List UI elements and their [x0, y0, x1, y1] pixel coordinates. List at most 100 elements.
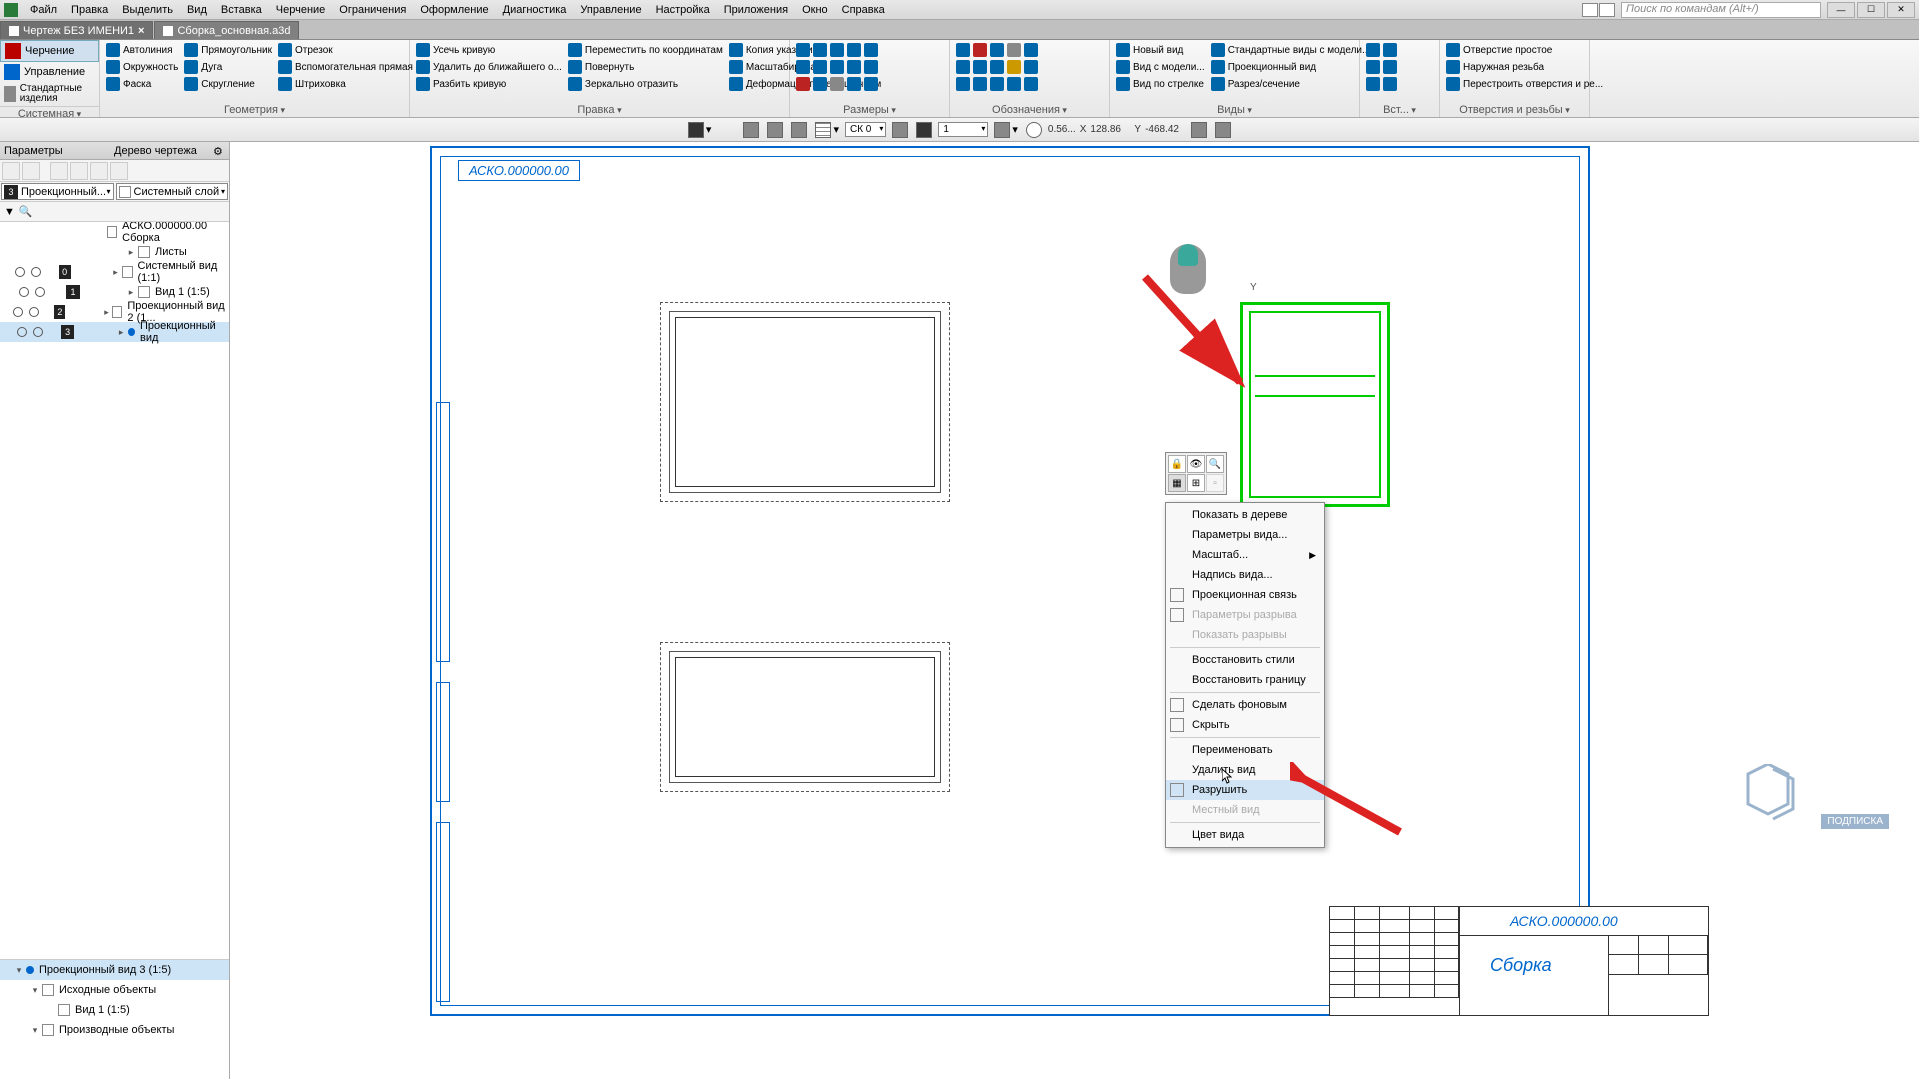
ctx-item[interactable]: Параметры вида...: [1166, 525, 1324, 545]
tree-item[interactable]: ▸Листы: [0, 242, 229, 262]
misc-icon[interactable]: ▫: [1206, 474, 1224, 492]
ribbon-tool[interactable]: Вспомогательная прямая: [276, 59, 415, 75]
annot-tool[interactable]: [954, 59, 1040, 75]
tree-btn[interactable]: [50, 162, 68, 180]
ribbon-tool[interactable]: Вид по стрелке: [1114, 76, 1207, 92]
ctx-item[interactable]: Скрыть: [1166, 715, 1324, 735]
params-panel-header[interactable]: Параметры: [0, 142, 110, 160]
zoom-tool[interactable]: ▾: [992, 120, 1020, 140]
pb-tool[interactable]: [1189, 120, 1209, 140]
dim-tool[interactable]: [794, 76, 880, 92]
projection-view-2[interactable]: [660, 642, 950, 792]
ribbon-tool[interactable]: Усечь кривую: [414, 42, 564, 58]
tree-detail-item[interactable]: ▾Проекционный вид 3 (1:5): [0, 960, 229, 980]
tree-btn[interactable]: [110, 162, 128, 180]
dim-tool[interactable]: [794, 59, 880, 75]
tree-btn[interactable]: [2, 162, 20, 180]
ctx-item[interactable]: Удалить вид: [1166, 760, 1324, 780]
pb-tool[interactable]: [914, 120, 934, 140]
annot-tool[interactable]: [954, 42, 1040, 58]
menu-Оформление[interactable]: Оформление: [414, 2, 494, 18]
projection-view-1[interactable]: [660, 302, 950, 502]
ribbon-tool[interactable]: Зеркально отразить: [566, 76, 725, 92]
break-icon[interactable]: ⊞: [1187, 474, 1205, 492]
close-button[interactable]: ✕: [1887, 2, 1915, 18]
pb-tool[interactable]: [765, 120, 785, 140]
ctx-item[interactable]: Разрушить: [1166, 780, 1324, 800]
tab-close-icon[interactable]: ×: [138, 25, 144, 37]
annot-tool[interactable]: [954, 76, 1040, 92]
command-search[interactable]: Поиск по командам (Alt+/): [1621, 2, 1821, 18]
ribbon-tool[interactable]: Новый вид: [1114, 42, 1207, 58]
tree-btn[interactable]: [70, 162, 88, 180]
menu-Управление[interactable]: Управление: [574, 2, 647, 18]
ribbon-tool[interactable]: Дуга: [182, 59, 274, 75]
tree-item[interactable]: 3▸Проекционный вид: [0, 322, 229, 342]
menu-Диагностика[interactable]: Диагностика: [497, 2, 573, 18]
ribbon-tool[interactable]: Вид с модели...: [1114, 59, 1207, 75]
ribbon-tool[interactable]: Переместить по координатам: [566, 42, 725, 58]
doc-tab[interactable]: Сборка_основная.a3d: [154, 21, 299, 39]
ctx-item[interactable]: Надпись вида...: [1166, 565, 1324, 585]
mode-drawing[interactable]: Черчение: [0, 40, 99, 62]
tree-detail-item[interactable]: ▾Исходные объекты: [0, 980, 229, 1000]
doc-tab[interactable]: Чертеж БЕЗ ИМЕНИ1×: [0, 21, 153, 39]
ctx-item[interactable]: Сделать фоновым: [1166, 695, 1324, 715]
ctx-item[interactable]: Масштаб...▶: [1166, 545, 1324, 565]
menu-Черчение[interactable]: Черчение: [270, 2, 332, 18]
layout-switcher[interactable]: [1582, 3, 1615, 17]
ribbon-tool[interactable]: Штриховка: [276, 76, 415, 92]
ins-tool[interactable]: [1364, 42, 1399, 58]
ctx-item[interactable]: Проекционная связь: [1166, 585, 1324, 605]
ribbon-tool[interactable]: Отверстие простое: [1444, 42, 1605, 58]
ribbon-tool[interactable]: Разрез/сечение: [1209, 76, 1373, 92]
pb-grid[interactable]: ▾: [813, 120, 841, 140]
ctx-item[interactable]: Показать в дереве: [1166, 505, 1324, 525]
menu-Вид[interactable]: Вид: [181, 2, 213, 18]
ribbon-tool[interactable]: Отрезок: [276, 42, 415, 58]
menu-Приложения[interactable]: Приложения: [718, 2, 794, 18]
zoom-tool[interactable]: [1024, 120, 1044, 140]
ribbon-tool[interactable]: Перестроить отверстия и ре...: [1444, 76, 1605, 92]
zoom-icon[interactable]: 🔍: [1206, 455, 1224, 473]
scale-select[interactable]: 1: [938, 122, 988, 137]
gear-icon[interactable]: ⚙: [213, 145, 225, 157]
mode-std-parts[interactable]: Стандартные изделия: [0, 82, 99, 106]
tree-item[interactable]: 2▸Проекционный вид 2 (1...: [0, 302, 229, 322]
pb-tool[interactable]: [741, 120, 761, 140]
ribbon-tool[interactable]: Фаска: [104, 76, 180, 92]
tree-item[interactable]: 1▸Вид 1 (1:5): [0, 282, 229, 302]
view-combo[interactable]: 3Проекционный...: [1, 183, 114, 200]
ctx-item[interactable]: Восстановить стили: [1166, 650, 1324, 670]
tree-btn[interactable]: [90, 162, 108, 180]
ribbon-tool[interactable]: Удалить до ближайшего о...: [414, 59, 564, 75]
pb-tool[interactable]: ▾: [686, 120, 714, 140]
menu-Правка[interactable]: Правка: [65, 2, 114, 18]
ctx-item[interactable]: Цвет вида: [1166, 825, 1324, 845]
dim-tool[interactable]: [794, 42, 880, 58]
tree-filter[interactable]: ▼ 🔍: [0, 202, 229, 222]
menu-Справка[interactable]: Справка: [836, 2, 891, 18]
tree-btn[interactable]: [22, 162, 40, 180]
lock-icon[interactable]: 🔒: [1168, 455, 1186, 473]
menu-Настройка[interactable]: Настройка: [650, 2, 716, 18]
minimize-button[interactable]: —: [1827, 2, 1855, 18]
mode-manage[interactable]: Управление: [0, 62, 99, 82]
tree-root[interactable]: АСКО.000000.00 Сборка: [0, 222, 229, 242]
selected-projection-view[interactable]: [1240, 302, 1390, 507]
menu-Ограничения[interactable]: Ограничения: [333, 2, 412, 18]
maximize-button[interactable]: ☐: [1857, 2, 1885, 18]
ribbon-tool[interactable]: Проекционный вид: [1209, 59, 1373, 75]
menu-Файл[interactable]: Файл: [24, 2, 63, 18]
ctx-item[interactable]: Восстановить границу: [1166, 670, 1324, 690]
ribbon-tool[interactable]: Прямоугольник: [182, 42, 274, 58]
pb-tool[interactable]: [1213, 120, 1233, 140]
ribbon-tool[interactable]: Стандартные виды с модели...: [1209, 42, 1373, 58]
drawing-canvas[interactable]: АСКО.000000.00 Y: [230, 142, 1919, 1079]
ribbon-tool[interactable]: Окружность: [104, 59, 180, 75]
ctx-item[interactable]: Переименовать: [1166, 740, 1324, 760]
ins-tool[interactable]: [1364, 76, 1399, 92]
pb-tool[interactable]: [789, 120, 809, 140]
ribbon-tool[interactable]: Автолиния: [104, 42, 180, 58]
ribbon-tool[interactable]: Скругление: [182, 76, 274, 92]
